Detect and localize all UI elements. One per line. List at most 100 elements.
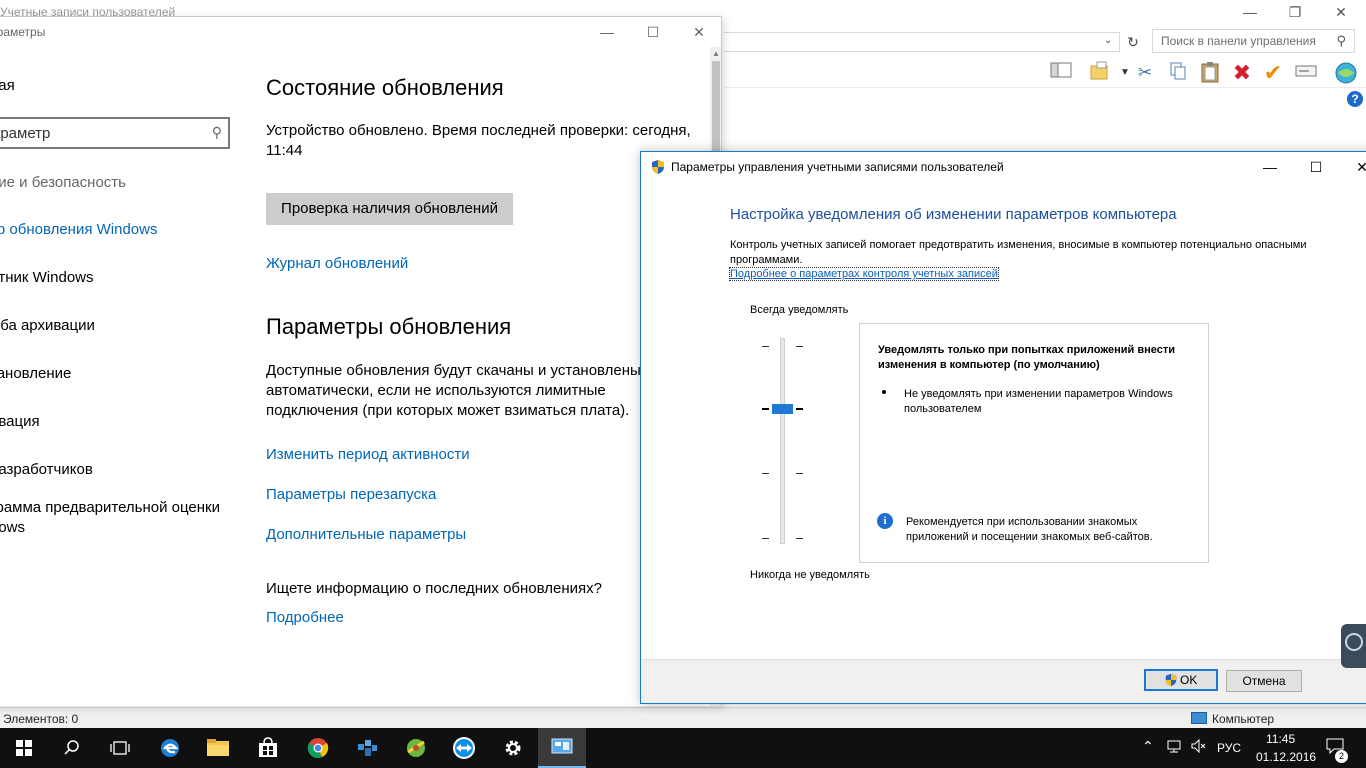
check-icon[interactable]: ✔	[1260, 61, 1286, 85]
ok-button[interactable]: OK	[1144, 669, 1218, 691]
volume-muted-icon[interactable]	[1190, 738, 1206, 757]
slider-tick	[796, 346, 803, 347]
taskbar-teamviewer[interactable]	[440, 728, 488, 768]
slider-tick	[762, 538, 769, 539]
restart-options-link[interactable]: Параметры перезапуска	[266, 486, 436, 503]
nav-category: ние и безопасность	[0, 174, 126, 191]
help-icon[interactable]: ?	[1347, 91, 1363, 107]
sidebar-item-recovery[interactable]: тановление	[0, 364, 71, 384]
status-location: Компьютер	[1212, 712, 1275, 726]
sidebar-item-defender[interactable]: итник Windows	[0, 268, 94, 288]
properties-globe-icon[interactable]	[1333, 61, 1359, 85]
info-question: Ищете информацию о последних обновлениях…	[266, 580, 602, 597]
minimize-button[interactable]: —	[1247, 156, 1293, 178]
taskbar-search-button[interactable]	[48, 728, 96, 768]
settings-search-value: араметр	[0, 125, 51, 142]
check-updates-button[interactable]: Проверка наличия обновлений	[266, 193, 513, 225]
sidebar-item-activation[interactable]: ивация	[0, 412, 40, 432]
settings-window: араметры — ☐ ✕ ная араметр ⚲ ние и безоп…	[0, 16, 722, 706]
cut-icon[interactable]: ✂	[1132, 61, 1158, 85]
language-indicator[interactable]: РУС	[1217, 741, 1241, 755]
copy-icon[interactable]	[1165, 61, 1191, 85]
app-icon	[358, 740, 377, 756]
status-items-count: Элементов: 0	[3, 712, 79, 726]
notification-badge: 2	[1335, 750, 1348, 763]
taskbar-explorer[interactable]	[194, 728, 242, 768]
slider-tick	[796, 473, 803, 474]
taskbar-settings[interactable]	[489, 728, 537, 768]
close-button[interactable]: ✕	[1318, 2, 1364, 24]
taskbar-chrome[interactable]	[294, 728, 342, 768]
app-icon	[407, 739, 425, 757]
rename-icon[interactable]	[1293, 61, 1319, 85]
cancel-button[interactable]: Отмена	[1226, 670, 1302, 692]
maximize-button[interactable]: ☐	[630, 21, 676, 43]
teamviewer-icon	[1345, 633, 1363, 651]
task-view-button[interactable]	[96, 728, 144, 768]
chevron-down-icon[interactable]: ⌄	[1104, 35, 1112, 46]
uac-description: Контроль учетных записей помогает предот…	[730, 239, 1307, 266]
task-view-icon	[110, 741, 130, 755]
edge-icon	[161, 739, 179, 757]
uac-info-bullet: Не уведомлять при изменении параметров W…	[904, 388, 1173, 415]
taskbar-store[interactable]	[244, 728, 292, 768]
status-bar: Элементов: 0 Компьютер	[0, 707, 1366, 728]
network-icon[interactable]	[1166, 738, 1182, 757]
update-settings-text: Доступные обновления будут скачаны и уст…	[266, 362, 641, 419]
minimize-button[interactable]: —	[584, 21, 630, 43]
sidebar-item-backup[interactable]: жба архивации	[0, 316, 95, 336]
search-placeholder: Поиск в панели управления	[1161, 34, 1316, 48]
scroll-up-icon[interactable]: ▲	[712, 49, 720, 58]
sidebar-item-windows-update[interactable]: тр обновления Windows	[0, 220, 157, 240]
shield-icon	[1165, 673, 1177, 687]
more-info-link[interactable]: Подробнее	[266, 609, 344, 626]
info-icon: i	[877, 513, 893, 529]
search-icon: ⚲	[1336, 33, 1346, 48]
close-button[interactable]: ✕	[676, 21, 721, 43]
clock-date[interactable]: 01.12.2016	[1256, 750, 1316, 764]
start-button[interactable]	[0, 728, 48, 768]
clock-time[interactable]: 11:45	[1266, 732, 1295, 746]
sidebar-item-insider[interactable]: грамма предварительной оценки	[0, 498, 220, 518]
uac-slider-thumb[interactable]	[772, 404, 793, 414]
minimize-button[interactable]: —	[1227, 2, 1273, 24]
computer-icon	[1191, 712, 1207, 724]
sidebar-item-developers[interactable]: разработчиков	[0, 460, 93, 480]
update-settings-heading: Параметры обновления	[266, 314, 512, 339]
refresh-icon[interactable]: ↻	[1122, 31, 1144, 53]
update-status-heading: Состояние обновления	[266, 75, 504, 100]
chevron-up-icon[interactable]: ⌃	[1142, 738, 1154, 755]
delete-icon[interactable]: ✖	[1229, 61, 1255, 85]
address-bar[interactable]	[724, 32, 1120, 52]
slider-tick-active	[762, 408, 769, 410]
close-button[interactable]: ✕	[1339, 156, 1366, 178]
update-status-text: Устройство обновлено. Время последней пр…	[266, 122, 691, 139]
update-history-link[interactable]: Журнал обновлений	[266, 255, 408, 272]
uac-recommendation: Рекомендуется при использовании знакомых…	[906, 516, 1153, 543]
uac-never-label: Никогда не уведомлять	[750, 569, 870, 581]
teamviewer-side-tab[interactable]	[1341, 624, 1366, 668]
advanced-options-link[interactable]: Дополнительные параметры	[266, 526, 466, 543]
uac-heading: Настройка уведомления об изменении парам…	[730, 206, 1177, 223]
sidebar-item-insider-cont[interactable]: dows	[0, 518, 25, 538]
maximize-button[interactable]: ☐	[1293, 156, 1339, 178]
active-hours-link[interactable]: Изменить период активности	[266, 446, 470, 463]
taskbar-app-green[interactable]	[392, 728, 440, 768]
new-folder-icon[interactable]	[1086, 61, 1112, 85]
slider-tick	[796, 538, 803, 539]
uac-titlebar: Параметры управления учетными записями п…	[641, 152, 1366, 182]
taskbar-control-panel[interactable]	[538, 728, 586, 768]
restore-button[interactable]: ❐	[1272, 2, 1318, 24]
taskbar-edge[interactable]	[146, 728, 194, 768]
search-icon: ⚲	[211, 124, 222, 140]
settings-search-input[interactable]: араметр ⚲	[0, 117, 230, 149]
nav-home[interactable]: ная	[0, 77, 15, 94]
bullet-icon	[882, 390, 886, 394]
uac-slider-track[interactable]	[780, 338, 785, 544]
uac-info-panel: Уведомлять только при попытках приложени…	[859, 323, 1209, 563]
search-input[interactable]: Поиск в панели управления ⚲	[1152, 29, 1355, 53]
taskbar-app-blue[interactable]	[343, 728, 391, 768]
paste-icon[interactable]	[1197, 61, 1223, 85]
layout-icon[interactable]	[1048, 61, 1074, 85]
uac-learn-more-link[interactable]: Подробнее о параметрах контроля учетных …	[729, 267, 999, 281]
